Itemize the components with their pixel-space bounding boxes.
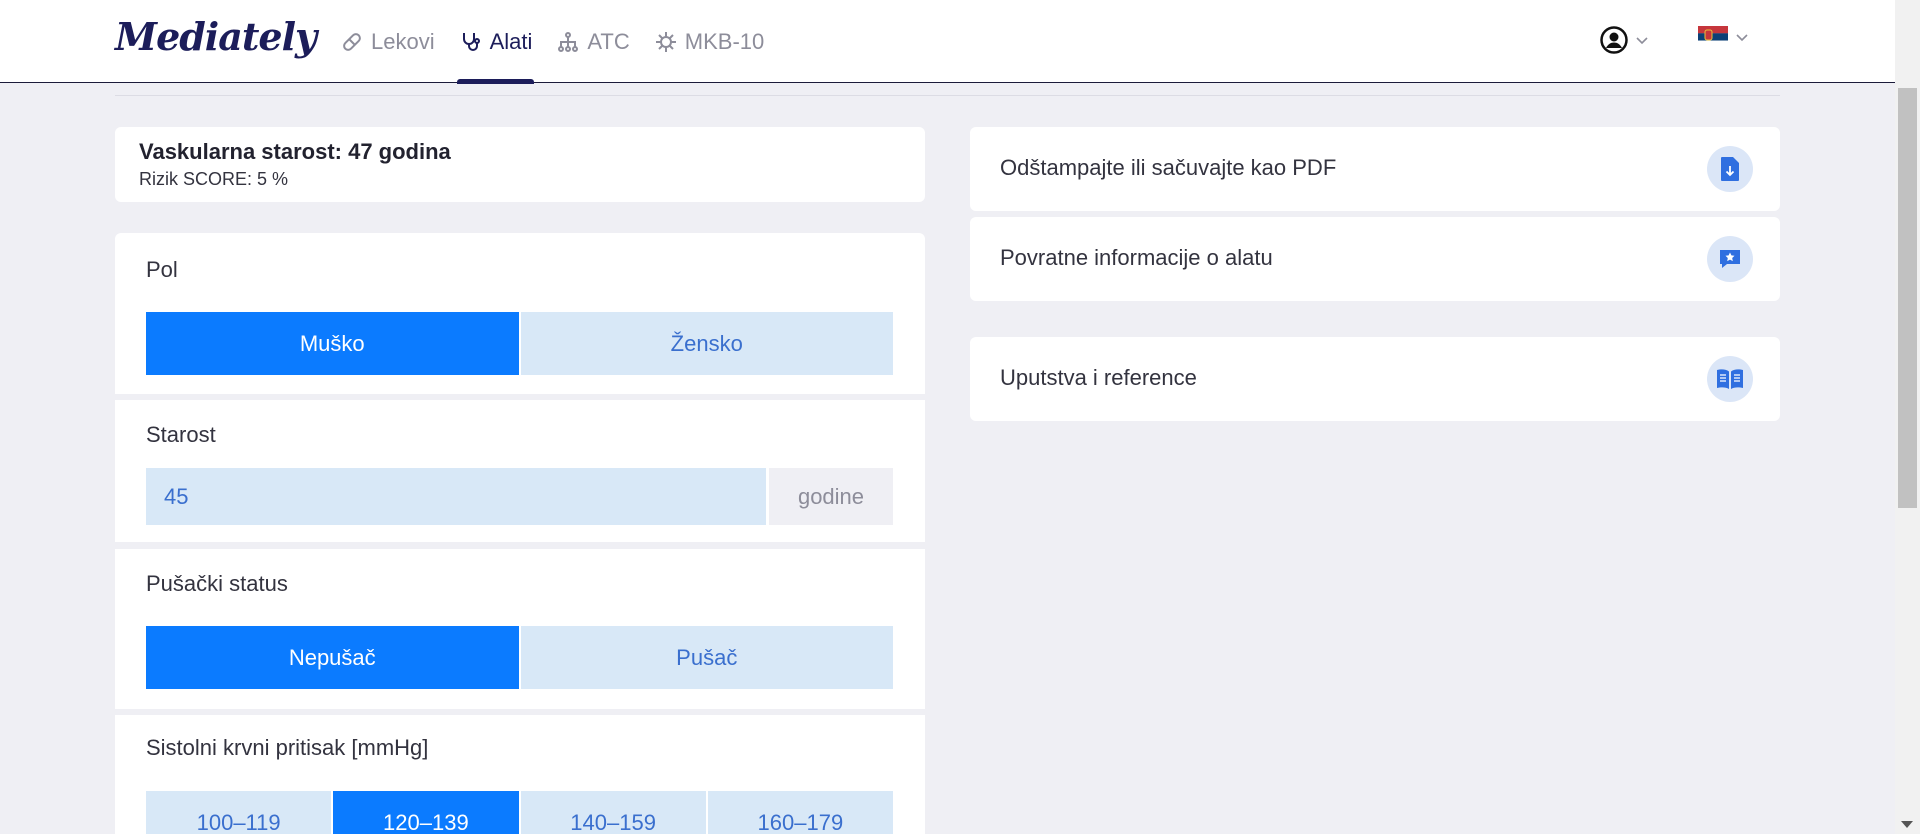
content-divider <box>115 95 1780 96</box>
systolic-section: Sistolni krvni pritisak [mmHg] 100–119 1… <box>115 715 925 834</box>
pdf-download-icon <box>1707 146 1753 192</box>
pill-icon <box>343 32 361 51</box>
age-input[interactable] <box>146 468 766 525</box>
vascular-age-result: Vaskularna starost: 47 godina <box>139 139 451 164</box>
nav-item-alati[interactable]: Alati <box>447 0 545 84</box>
top-header: Mediately Lekovi Alati ATC MKB-10 <box>0 0 1895 84</box>
feedback-star-icon <box>1707 236 1753 282</box>
age-section: Starost godine <box>115 400 925 542</box>
age-label: Starost <box>146 422 216 447</box>
user-circle-icon <box>1600 26 1628 54</box>
age-unit: godine <box>769 468 893 525</box>
sex-label: Pol <box>146 257 178 282</box>
nav-item-mkb10[interactable]: MKB-10 <box>642 0 776 83</box>
sex-section: Pol Muško Žensko <box>115 233 925 394</box>
score-risk-result: Rizik SCORE: 5 % <box>139 169 289 189</box>
smoking-section: Pušački status Nepušač Pušač <box>115 549 925 709</box>
sex-option-male[interactable]: Muško <box>146 312 521 375</box>
feedback-label: Povratne informacije o alatu <box>1000 245 1273 270</box>
serbia-flag-icon <box>1698 26 1728 48</box>
nav-item-lekovi[interactable]: Lekovi <box>328 0 447 83</box>
mediately-logo[interactable]: Mediately <box>115 14 317 59</box>
language-menu[interactable] <box>1698 26 1750 48</box>
instructions-label: Uputstva i reference <box>1000 365 1197 390</box>
feedback-button[interactable]: Povratne informacije o alatu <box>970 217 1780 301</box>
systolic-option-140-159[interactable]: 140–159 <box>520 791 708 834</box>
smoking-label: Pušački status <box>146 571 288 596</box>
print-pdf-label: Odštampajte ili sačuvajte kao PDF <box>1000 155 1337 180</box>
nav-label: ATC <box>587 28 630 54</box>
systolic-option-160-179[interactable]: 160–179 <box>707 791 893 834</box>
user-menu[interactable] <box>1600 26 1650 54</box>
nav-label: Alati <box>489 28 533 54</box>
chevron-down-icon <box>1736 34 1748 42</box>
systolic-label: Sistolni krvni pritisak [mmHg] <box>146 735 429 760</box>
smoking-option-smoker[interactable]: Pušač <box>520 626 893 689</box>
smoking-selector: Nepušač Pušač <box>146 626 893 689</box>
stethoscope-icon <box>462 32 480 51</box>
main-nav: Lekovi Alati ATC MKB-10 <box>328 0 776 84</box>
nav-item-atc[interactable]: ATC <box>544 0 641 83</box>
sex-selector: Muško Žensko <box>146 312 893 375</box>
instructions-references-button[interactable]: Uputstva i reference <box>970 337 1780 421</box>
virus-icon <box>655 31 676 52</box>
systolic-option-100-119[interactable]: 100–119 <box>146 791 334 834</box>
print-pdf-button[interactable]: Odštampajte ili sačuvajte kao PDF <box>970 127 1780 211</box>
page-scrollbar[interactable] <box>1895 0 1920 834</box>
scroll-down-arrow-icon[interactable] <box>1901 821 1913 828</box>
nav-label: Lekovi <box>371 28 435 54</box>
chevron-down-icon <box>1636 37 1648 45</box>
smoking-option-nonsmoker[interactable]: Nepušač <box>146 626 521 689</box>
hierarchy-icon <box>558 31 579 52</box>
result-card: Vaskularna starost: 47 godina Rizik SCOR… <box>115 127 925 202</box>
systolic-option-120-139[interactable]: 120–139 <box>333 791 521 834</box>
scrollbar-thumb[interactable] <box>1898 88 1917 508</box>
systolic-selector: 100–119 120–139 140–159 160–179 <box>146 791 893 834</box>
sex-option-female[interactable]: Žensko <box>520 312 893 375</box>
book-icon <box>1707 356 1753 402</box>
nav-label: MKB-10 <box>684 28 765 54</box>
